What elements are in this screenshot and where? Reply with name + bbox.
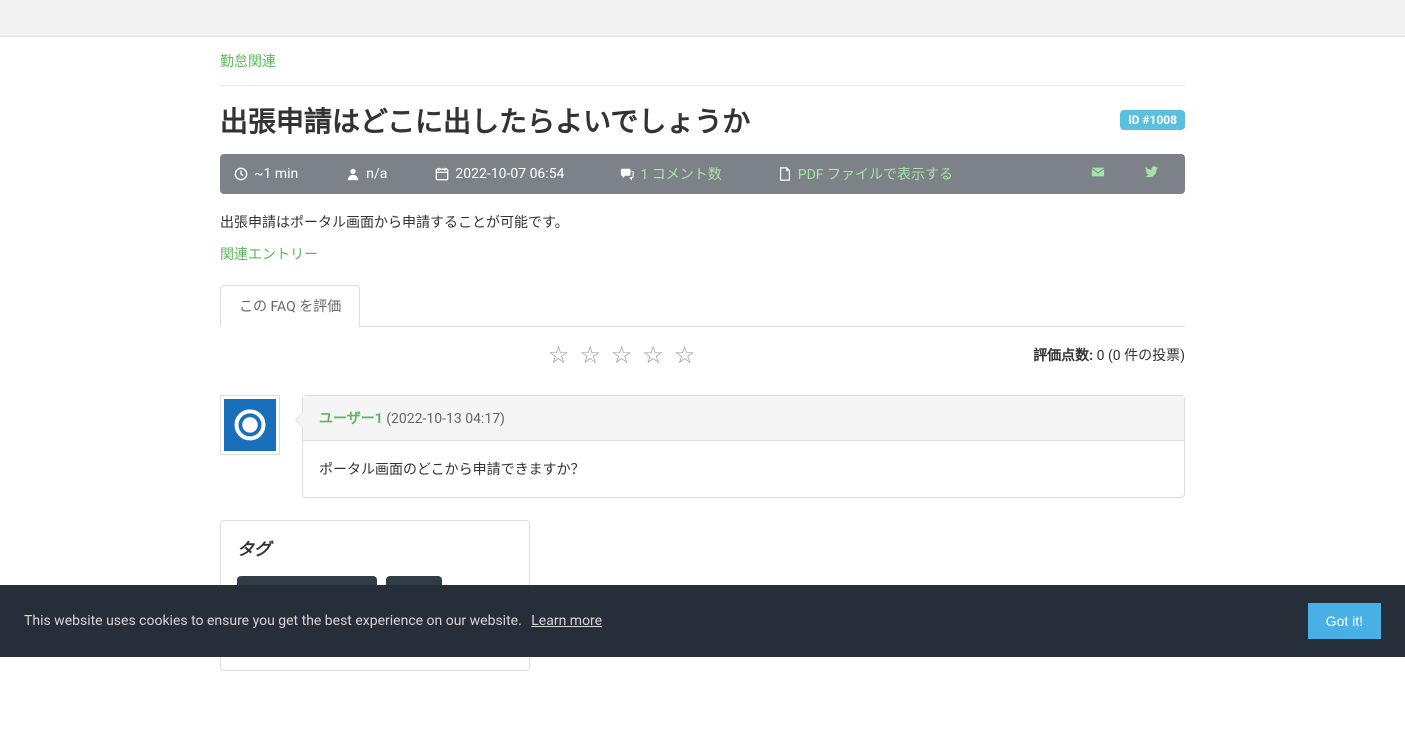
tab-rate-faq[interactable]: この FAQ を評価 [220, 285, 360, 327]
avatar [220, 395, 280, 455]
clock-icon [234, 167, 248, 181]
rating-value: 0 [1097, 348, 1105, 364]
envelope-icon [1091, 165, 1105, 179]
breadcrumb: 勤怠関連 [220, 37, 1185, 86]
cookie-message: This website uses cookies to ensure you … [24, 613, 522, 629]
top-bar [0, 0, 1405, 37]
star-5[interactable]: ☆ [674, 341, 706, 369]
comment-header: ユーザー1 (2022-10-13 04:17) [303, 396, 1184, 441]
rating-votes: (0 件の投票) [1108, 348, 1185, 364]
email-share-link[interactable] [1091, 165, 1105, 183]
meta-bar: ~1 min n/a 2022-10-07 06:54 1 コメント数 PDF … [220, 154, 1185, 194]
id-badge: ID #1008 [1120, 110, 1185, 130]
breadcrumb-category-link[interactable]: 勤怠関連 [220, 54, 276, 70]
rating-score: 評価点数: 0 (0 件の投票) [1033, 345, 1185, 365]
rating-label: 評価点数: [1033, 348, 1093, 364]
comment-timestamp: (2022-10-13 04:17) [386, 411, 505, 427]
meta-author: n/a [366, 166, 387, 182]
calendar-icon [435, 167, 449, 181]
cookie-accept-button[interactable]: Got it! [1308, 603, 1381, 639]
meta-date: 2022-10-07 06:54 [455, 166, 564, 182]
cookie-banner: This website uses cookies to ensure you … [0, 585, 1405, 657]
cookie-learn-more-link[interactable]: Learn more [531, 613, 602, 629]
meta-comments-link[interactable]: 1 コメント数 [640, 164, 721, 184]
meta-pdf-link[interactable]: PDF ファイルで表示する [798, 164, 953, 184]
star-4[interactable]: ☆ [642, 341, 674, 369]
twitter-icon [1145, 165, 1159, 179]
star-2[interactable]: ☆ [579, 341, 611, 369]
comment-user: ユーザー1 [319, 411, 383, 427]
comment-box: ユーザー1 (2022-10-13 04:17) ポータル画面のどこから申請でき… [302, 395, 1185, 498]
related-entries-link[interactable]: 関連エントリー [220, 247, 318, 263]
tabs: この FAQ を評価 [220, 284, 1185, 327]
star-3[interactable]: ☆ [611, 341, 643, 369]
article-body: 出張申請はポータル画面から申請することが可能です。 [220, 212, 1185, 232]
rating-stars: ☆☆☆☆☆ [220, 341, 1033, 369]
user-icon [346, 167, 360, 181]
tags-title: タグ [237, 535, 513, 560]
comments-icon [620, 167, 634, 181]
comment-body: ポータル画面のどこから申請できますか？ [303, 441, 1184, 497]
pdf-icon [778, 167, 792, 181]
star-1[interactable]: ☆ [548, 341, 580, 369]
twitter-share-link[interactable] [1145, 165, 1159, 183]
meta-read-time: ~1 min [254, 166, 298, 182]
page-title: 出張申請はどこに出したらよいでしょうか [220, 104, 750, 140]
